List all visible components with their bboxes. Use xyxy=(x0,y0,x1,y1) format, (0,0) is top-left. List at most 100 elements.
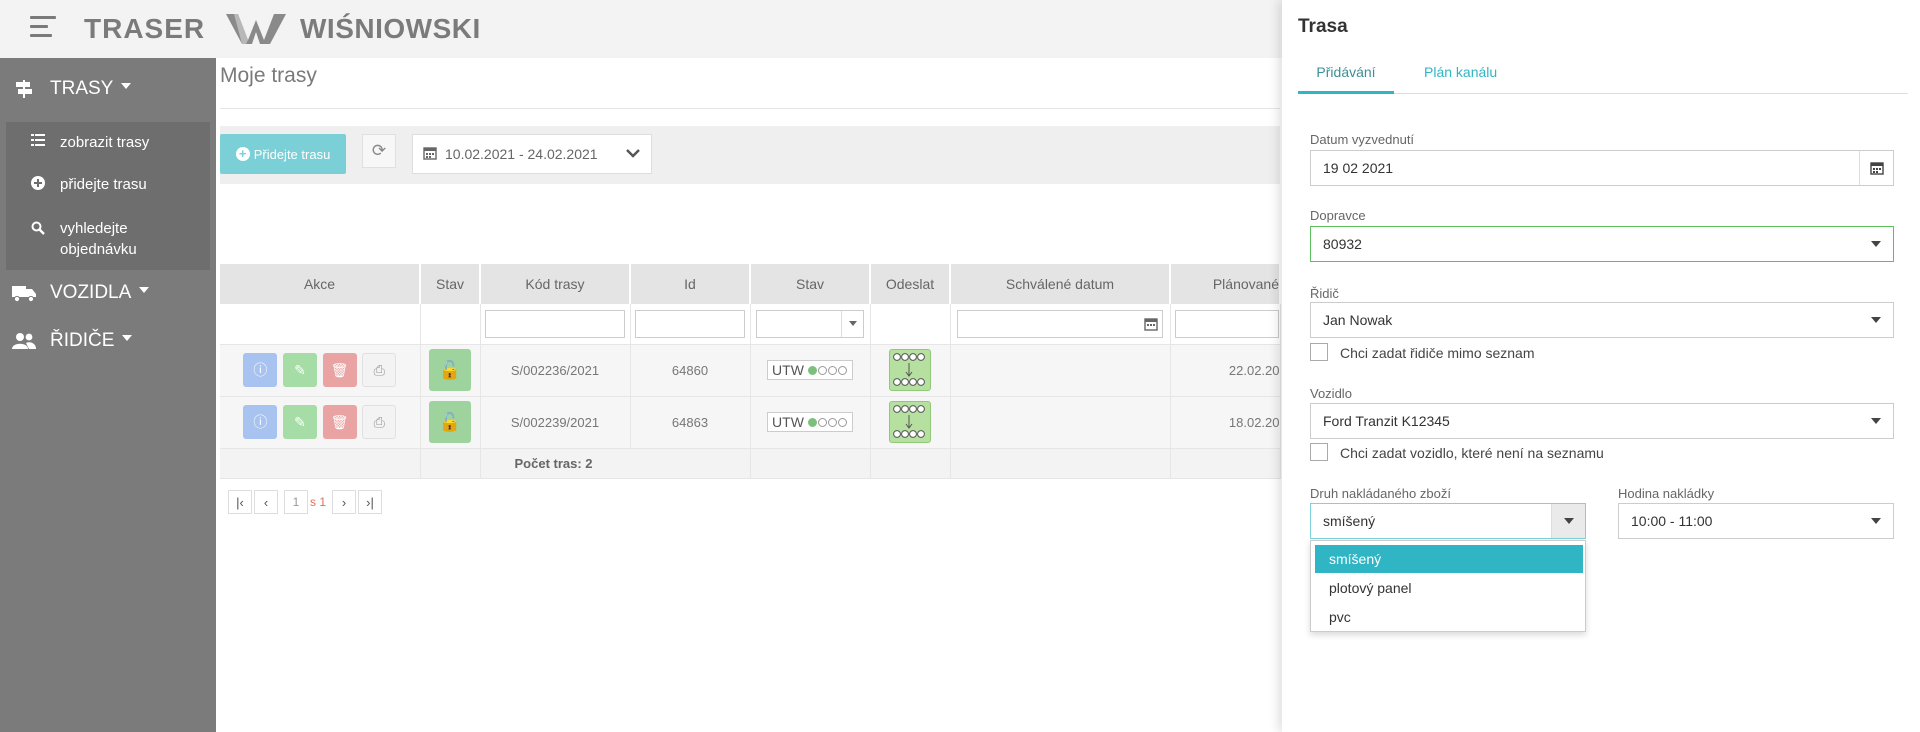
approved-date-cell xyxy=(950,344,1171,397)
column-header[interactable]: Akce xyxy=(220,264,421,304)
add-route-button[interactable]: + Přidejte trasu xyxy=(220,134,346,174)
filter-cell xyxy=(950,304,1171,345)
sidebar-item-pridejte-trasu[interactable]: přidejte trasu xyxy=(30,176,147,193)
pickup-date-value: 19 02 2021 xyxy=(1323,160,1394,176)
edit-button[interactable]: ✎ xyxy=(282,405,317,439)
caret-down-icon xyxy=(1859,404,1893,438)
nav-group-vozidla[interactable]: VOZIDLA xyxy=(12,282,150,304)
summary-row: Počet tras: 2 xyxy=(220,448,1281,479)
sidebar: TRASY zobrazit trasy přidejte trasu vyhl… xyxy=(0,58,216,732)
sidebar-item-label: zobrazit trasy xyxy=(60,134,150,151)
trash-icon: 🗑 xyxy=(330,413,349,430)
progress-dots-icon xyxy=(807,417,848,427)
pickup-date-field[interactable]: 19 02 2021 xyxy=(1310,150,1894,186)
edit-button[interactable]: ✎ xyxy=(282,353,317,387)
delete-button[interactable]: 🗑 xyxy=(322,353,357,387)
loading-hour-select[interactable]: 10:00 - 11:00 xyxy=(1618,503,1894,539)
unlock-button[interactable]: 🔓 xyxy=(429,349,471,391)
column-header[interactable]: Kód trasy xyxy=(480,264,631,304)
caret-down-icon xyxy=(139,287,150,293)
trash-icon: 🗑 xyxy=(330,361,349,378)
vehicle-outside-list-label: Chci zadat vozidlo, které není na seznam… xyxy=(1340,445,1604,461)
delete-button[interactable]: 🗑 xyxy=(322,405,357,439)
sidebar-item-vyhledejte-objednavku[interactable]: vyhledejte objednávku xyxy=(30,218,200,260)
nav-group-label: ŘIDIČE xyxy=(50,330,115,351)
driver-outside-list-checkbox[interactable] xyxy=(1310,343,1328,361)
send-cell xyxy=(870,344,951,397)
column-header[interactable]: Stav xyxy=(750,264,871,304)
trasy-submenu: zobrazit trasy přidejte trasu vyhledejte… xyxy=(6,122,210,270)
refresh-button[interactable]: ⟳ xyxy=(362,134,396,168)
app-brand[interactable]: TRASER xyxy=(84,13,205,45)
filter-cell xyxy=(630,304,751,345)
caret-down-icon xyxy=(1859,227,1893,261)
status-cell: UTW xyxy=(750,396,871,449)
goods-option-pvc[interactable]: pvc xyxy=(1315,603,1583,631)
table-row[interactable]: ⓘ ✎ 🗑 ⎙ 🔓 S/002236/2021 64860 UTW 22.02.… xyxy=(220,344,1281,397)
nav-group-label: TRASY xyxy=(50,78,114,99)
carrier-label: Dopravce xyxy=(1310,208,1366,223)
column-header[interactable]: Odeslat xyxy=(870,264,951,304)
pencil-icon: ✎ xyxy=(294,413,306,430)
table-row[interactable]: ⓘ ✎ 🗑 ⎙ 🔓 S/002239/2021 64863 UTW 18.02.… xyxy=(220,396,1281,449)
id-filter-input[interactable] xyxy=(635,309,745,338)
planned-filter-input[interactable] xyxy=(1174,309,1279,338)
divider xyxy=(220,108,1280,109)
route-code-filter-input[interactable] xyxy=(485,309,625,338)
unlock-button[interactable]: 🔓 xyxy=(429,401,471,443)
tab-plan-kanalu[interactable]: Plán kanálu xyxy=(1424,64,1497,80)
column-header[interactable]: Id xyxy=(630,264,751,304)
next-page-button[interactable]: › xyxy=(332,490,357,514)
send-flow-button[interactable] xyxy=(889,401,931,443)
print-button[interactable]: ⎙ xyxy=(362,405,397,439)
nav-group-trasy[interactable]: TRASY xyxy=(12,78,132,100)
vehicle-label: Vozidlo xyxy=(1310,386,1352,401)
printer-icon: ⎙ xyxy=(373,361,385,378)
goods-type-select[interactable]: smíšený xyxy=(1310,503,1586,539)
last-page-button[interactable]: ›| xyxy=(358,490,383,514)
date-range-picker[interactable]: 10.02.2021 - 24.02.2021 xyxy=(412,134,652,174)
print-button[interactable]: ⎙ xyxy=(362,353,397,387)
chevron-down-icon xyxy=(625,145,641,164)
status-filter-select[interactable] xyxy=(756,309,864,338)
actions-cell: ⓘ ✎ 🗑 ⎙ xyxy=(220,396,421,449)
current-page-input[interactable]: 1 xyxy=(284,490,308,514)
column-header[interactable]: Stav xyxy=(420,264,481,304)
filter-cell xyxy=(480,304,631,345)
goods-option-mixed[interactable]: smíšený xyxy=(1315,545,1583,573)
goods-type-dropdown: smíšený plotový panel pvc xyxy=(1310,540,1586,632)
info-icon: ⓘ xyxy=(253,362,268,378)
send-flow-button[interactable] xyxy=(889,349,931,391)
column-header[interactable]: Plánované xyxy=(1170,264,1281,304)
hamburger-menu-icon[interactable] xyxy=(30,16,56,40)
actions-cell: ⓘ ✎ 🗑 ⎙ xyxy=(220,344,421,397)
search-icon xyxy=(30,221,46,235)
route-count: Počet tras: 2 xyxy=(480,448,751,479)
driver-select[interactable]: Jan Nowak xyxy=(1310,302,1894,338)
info-button[interactable]: ⓘ xyxy=(243,353,278,387)
goods-option-fence-panel[interactable]: plotový panel xyxy=(1315,574,1583,602)
printer-icon: ⎙ xyxy=(373,413,385,430)
users-icon xyxy=(12,332,36,350)
pagination: |‹ ‹ 1 s 1 › ›| xyxy=(228,490,384,514)
caret-down-icon xyxy=(1551,504,1585,538)
nav-group-ridici[interactable]: ŘIDIČE xyxy=(12,330,133,352)
vehicle-value: Ford Tranzit K12345 xyxy=(1323,413,1450,429)
route-code-cell: S/002239/2021 xyxy=(480,396,631,449)
tab-pridavani[interactable]: Přidávání xyxy=(1298,64,1394,94)
approved-date-filter-input[interactable] xyxy=(957,309,1163,338)
info-icon: ⓘ xyxy=(253,414,268,430)
column-header[interactable]: Schválené datum xyxy=(950,264,1171,304)
info-button[interactable]: ⓘ xyxy=(243,405,278,439)
vehicle-select[interactable]: Ford Tranzit K12345 xyxy=(1310,403,1894,439)
vehicle-outside-list-checkbox[interactable] xyxy=(1310,443,1328,461)
caret-down-icon xyxy=(1859,303,1893,337)
loading-hour-label: Hodina nakládky xyxy=(1618,486,1715,501)
last-page-icon: ›| xyxy=(366,494,374,510)
sidebar-item-zobrazit-trasy[interactable]: zobrazit trasy xyxy=(30,134,149,151)
caret-down-icon xyxy=(121,83,132,89)
carrier-select[interactable]: 80932 xyxy=(1310,226,1894,262)
prev-page-button[interactable]: ‹ xyxy=(254,490,278,514)
first-page-button[interactable]: |‹ xyxy=(228,490,252,514)
calendar-button[interactable] xyxy=(1859,151,1893,185)
